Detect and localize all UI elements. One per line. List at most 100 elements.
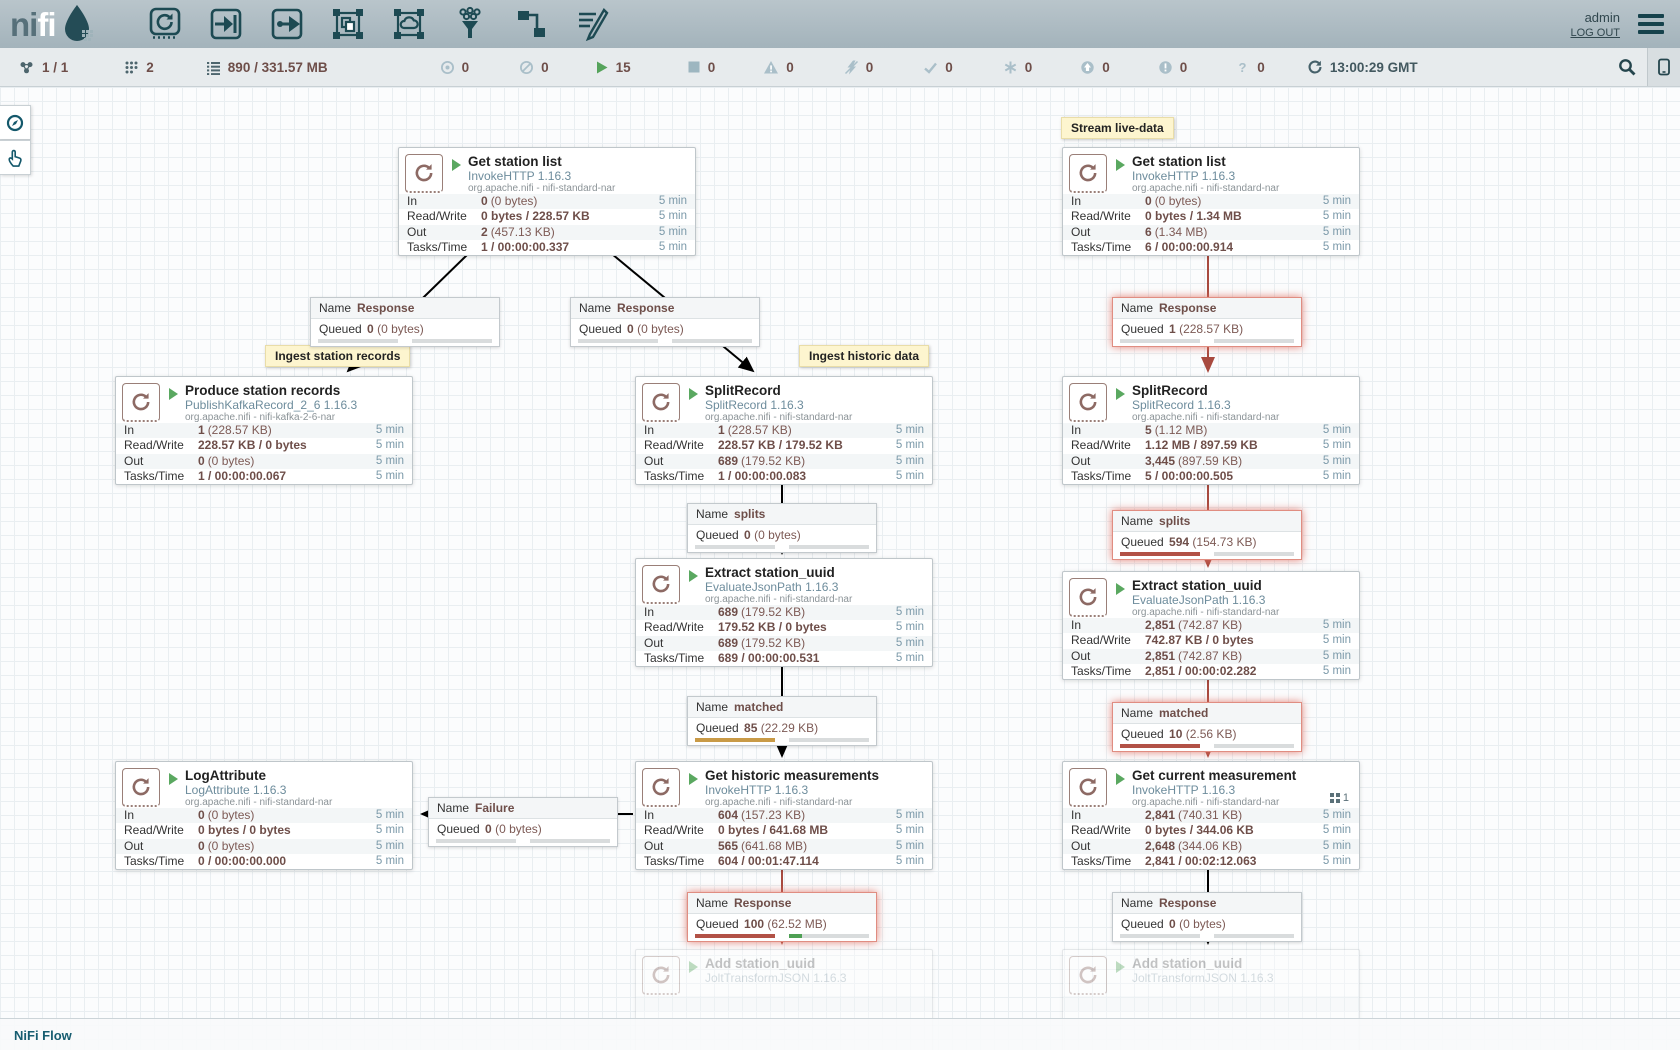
stat-row-in: In5(1.12 MB)5 min (1063, 423, 1359, 438)
queue-count-bar (695, 545, 775, 549)
processor-type-icon (1069, 956, 1107, 995)
canvas-label[interactable]: Ingest historic data (799, 345, 929, 367)
queue-size-bar (1214, 934, 1294, 938)
processor-type: SplitRecord 1.16.3 (1132, 398, 1279, 412)
processor-tool-icon[interactable] (146, 5, 184, 43)
disabled-icon (844, 60, 859, 75)
operate-palette-button[interactable] (0, 140, 31, 175)
output-port-tool-icon[interactable] (268, 5, 306, 43)
connection-name: matched (734, 700, 783, 714)
stat-row-tasks: Tasks/Time604 / 00:01:47.1145 min (636, 854, 932, 869)
remote-process-group-tool-icon[interactable] (390, 5, 428, 43)
connection-label[interactable]: NameResponse Queued 100 (62.52 MB) (687, 892, 877, 942)
processor-name: SplitRecord (705, 383, 852, 398)
stat-row-out: Out6(1.34 MB)5 min (1063, 225, 1359, 240)
processor-name: LogAttribute (185, 768, 332, 783)
refresh-status[interactable]: 13:00:29 GMT (1307, 59, 1418, 75)
component-toolbar (146, 5, 611, 43)
connection-label[interactable]: Namematched Queued 85 (22.29 KB) (687, 696, 877, 746)
current-user: admin (1585, 10, 1620, 25)
processor[interactable]: Extract station_uuid EvaluateJsonPath 1.… (635, 558, 933, 667)
processor[interactable]: SplitRecord SplitRecord 1.16.3 org.apach… (635, 376, 933, 485)
queued-size: (62.52 MB) (767, 917, 826, 931)
queued-count: 0 (367, 322, 374, 336)
global-menu-icon[interactable] (1634, 10, 1668, 38)
connection-name: matched (1159, 706, 1208, 720)
queued-count: 0 (744, 528, 751, 542)
processor[interactable]: Get station list InvokeHTTP 1.16.3 org.a… (1062, 147, 1360, 256)
queue-count-bar (1120, 744, 1200, 748)
queued-count: 85 (744, 721, 757, 735)
active-threads-status: 2 (124, 60, 154, 75)
processor-name: Extract station_uuid (705, 565, 852, 580)
processor[interactable]: Get historic measurements InvokeHTTP 1.1… (635, 761, 933, 870)
connection-label[interactable]: NameResponse Queued 0 (0 bytes) (570, 297, 760, 347)
search-button[interactable] (1607, 48, 1647, 86)
processor[interactable]: SplitRecord SplitRecord 1.16.3 org.apach… (1062, 376, 1360, 485)
processor-type: InvokeHTTP 1.16.3 (1132, 783, 1296, 797)
stat-row-in: In2,851(742.87 KB)5 min (1063, 618, 1359, 633)
connection-name: Response (617, 301, 674, 315)
run-status-icon (169, 773, 178, 785)
queued-size: (2.56 KB) (1186, 727, 1237, 741)
exclamation-icon (1158, 60, 1173, 75)
canvas-label[interactable]: Stream live-data (1061, 117, 1174, 139)
up-to-date-status: 0 (923, 60, 953, 75)
locally-modified-stale-status: 0 (1158, 60, 1188, 75)
logout-link[interactable]: LOG OUT (1570, 27, 1620, 39)
queued-count: 0 (485, 822, 492, 836)
processor-name: SplitRecord (1132, 383, 1279, 398)
queue-size-bar (412, 339, 492, 343)
birdseye-toggle-button[interactable] (1647, 48, 1680, 86)
cluster-status: 1 / 1 (18, 60, 68, 75)
breadcrumb[interactable]: NiFi Flow (14, 1028, 72, 1043)
navigate-palette-button[interactable] (0, 105, 31, 140)
run-status-icon (1116, 159, 1125, 171)
stopped-icon (687, 60, 701, 74)
stat-row-readwrite: Read/Write0 bytes / 1.34 MB5 min (1063, 209, 1359, 224)
stat-row-in: In1(228.57 KB)5 min (116, 423, 412, 438)
funnel-tool-icon[interactable] (451, 5, 489, 43)
queue-count-bar (695, 738, 775, 742)
queued-size: (0 bytes) (495, 822, 542, 836)
not-transmitting-icon (519, 60, 534, 75)
processor[interactable]: LogAttribute LogAttribute 1.16.3 org.apa… (115, 761, 413, 870)
queue-size-bar (789, 934, 869, 938)
connection-label[interactable]: NameResponse Queued 1 (228.57 KB) (1112, 297, 1302, 347)
stat-row-readwrite: Read/Write742.87 KB / 0 bytes5 min (1063, 633, 1359, 648)
processor-type-icon (122, 768, 160, 807)
label-tool-icon[interactable] (573, 5, 611, 43)
processor-type: JoltTransformJSON 1.16.3 (705, 971, 847, 985)
flow-canvas[interactable]: Stream live-data Ingest station records … (0, 87, 1680, 1050)
connection-name: Response (1159, 896, 1216, 910)
stat-row-readwrite: Read/Write0 bytes / 228.57 KB5 min (399, 209, 695, 224)
refresh-icon[interactable] (1307, 59, 1323, 75)
connection-label[interactable]: NameResponse Queued 0 (0 bytes) (310, 297, 500, 347)
locally-modified-status: 0 (1003, 60, 1033, 75)
processor[interactable]: Get station list InvokeHTTP 1.16.3 org.a… (398, 147, 696, 256)
input-port-tool-icon[interactable] (207, 5, 245, 43)
invalid-icon (763, 60, 779, 75)
processor[interactable]: Extract station_uuid EvaluateJsonPath 1.… (1062, 571, 1360, 680)
stopped-status: 0 (687, 60, 716, 75)
connection-name: splits (734, 507, 765, 521)
connection-label[interactable]: NameResponse Queued 0 (0 bytes) (1112, 892, 1302, 942)
processor[interactable]: Get current measurement InvokeHTTP 1.16.… (1062, 761, 1360, 870)
connection-label[interactable]: NameFailure Queued 0 (0 bytes) (428, 797, 618, 847)
run-status-icon (1116, 388, 1125, 400)
processor-type-icon (642, 565, 680, 604)
connection-label[interactable]: Namesplits Queued 594 (154.73 KB) (1112, 510, 1302, 560)
connection-label[interactable]: Namesplits Queued 0 (0 bytes) (687, 503, 877, 553)
stat-row-readwrite: Read/Write0 bytes / 344.06 KB5 min (1063, 823, 1359, 838)
template-tool-icon[interactable] (512, 5, 550, 43)
canvas-label[interactable]: Ingest station records (265, 345, 410, 367)
stat-row-tasks: Tasks/Time689 / 00:00:00.5315 min (636, 651, 932, 666)
connection-label[interactable]: Namematched Queued 10 (2.56 KB) (1112, 702, 1302, 752)
processor[interactable]: Produce station records PublishKafkaReco… (115, 376, 413, 485)
queue-size-bar (530, 839, 610, 843)
process-group-tool-icon[interactable] (329, 5, 367, 43)
processor-type: EvaluateJsonPath 1.16.3 (1132, 593, 1279, 607)
last-refresh-time: 13:00:29 GMT (1330, 60, 1418, 75)
stat-row-in: In0(0 bytes)5 min (399, 194, 695, 209)
stat-row-in: In689(179.52 KB)5 min (636, 605, 932, 620)
